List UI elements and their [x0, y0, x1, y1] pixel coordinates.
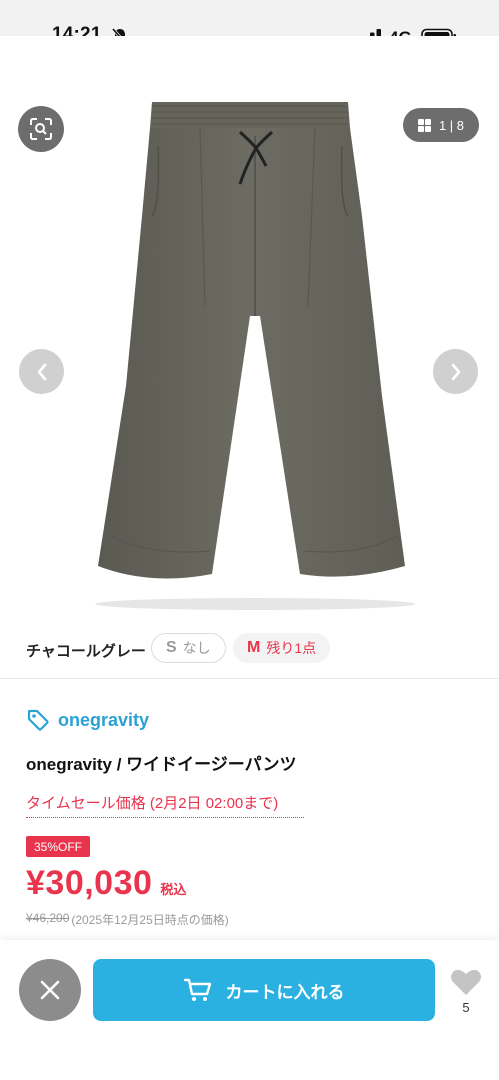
image-page-counter[interactable]: 1 | 8 — [403, 108, 479, 142]
add-to-cart-button[interactable]: カートに入れる — [93, 959, 435, 1021]
chevron-left-icon — [37, 363, 46, 380]
scan-search-button[interactable] — [18, 106, 64, 152]
next-image-button[interactable] — [433, 349, 478, 394]
product-image-pants — [95, 102, 415, 610]
bottom-action-bar: カートに入れる 5 — [0, 940, 499, 1080]
size-chip-s[interactable]: S なし — [151, 633, 226, 663]
size-letter: M — [247, 639, 261, 656]
previous-image-button[interactable] — [19, 349, 64, 394]
size-chip-m[interactable]: M 残り1点 — [233, 633, 331, 663]
status-bar: 14:21 4G — [0, 0, 499, 47]
page-counter-text: 1 | 8 — [438, 117, 465, 133]
size-letter: S — [166, 639, 177, 656]
product-title: onegravity / ワイドイージーパンツ — [26, 755, 297, 774]
grid-icon — [417, 118, 431, 132]
size-status: なし — [182, 640, 211, 656]
tag-icon — [27, 709, 49, 731]
chevron-right-icon — [451, 363, 460, 380]
variant-selector: チャコールグレー S なし M 残り1点 — [0, 628, 499, 672]
add-to-cart-label: カートに入れる — [225, 982, 345, 1002]
favorite-count: 5 — [462, 1000, 470, 1015]
original-price-row: ¥46,200 (2025年12月25日時点の価格) — [26, 911, 229, 928]
product-image-gallery[interactable]: 1 | 8 — [0, 36, 499, 620]
tax-label: 税込 — [160, 882, 187, 897]
discount-badge: 35%OFF — [26, 836, 91, 857]
size-status: 残り1点 — [266, 640, 317, 656]
sale-price: ¥30,030 — [26, 864, 153, 902]
time-sale-label[interactable]: タイムセール価格 (2月2日 02:00まで) — [26, 792, 304, 818]
scan-search-icon — [30, 118, 52, 140]
brand-link[interactable]: onegravity — [26, 708, 149, 732]
brand-name: onegravity — [58, 709, 150, 730]
original-price: ¥46,200 — [26, 911, 70, 925]
color-name: チャコールグレー — [26, 643, 146, 660]
close-icon — [40, 980, 60, 1000]
cart-icon — [183, 978, 211, 1001]
favorite-button[interactable]: 5 — [447, 968, 485, 1020]
original-price-note: (2025年12月25日時点の価格) — [71, 913, 229, 927]
close-button[interactable] — [19, 959, 81, 1021]
section-divider — [0, 678, 499, 679]
price-row: ¥30,030 税込 — [26, 864, 186, 903]
heart-icon — [451, 969, 481, 995]
